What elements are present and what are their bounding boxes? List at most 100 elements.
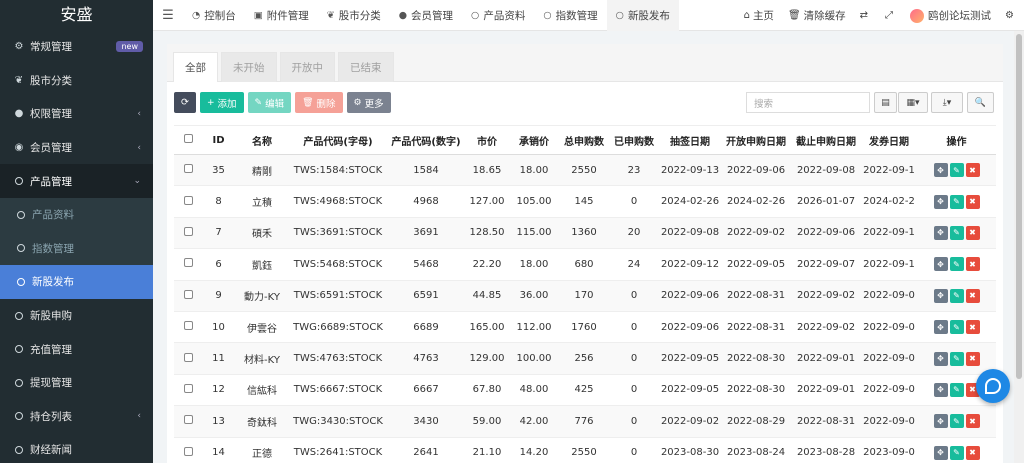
settings-button[interactable]: ⚙ <box>998 10 1024 21</box>
edit-icon[interactable]: ✎ <box>949 320 964 335</box>
drag-icon[interactable]: ✥ <box>933 225 948 240</box>
drag-icon[interactable]: ✥ <box>933 257 948 272</box>
column-header[interactable]: 产品代码(字母) <box>289 125 387 155</box>
drag-icon[interactable]: ✥ <box>933 382 948 397</box>
row-checkbox[interactable] <box>174 437 202 463</box>
sidebar-item-market-category[interactable]: ❦ 股市分类 <box>0 64 153 98</box>
column-header[interactable]: 已申购数 <box>609 125 659 155</box>
drag-icon[interactable]: ✥ <box>933 288 948 303</box>
column-header[interactable]: ID <box>202 125 235 155</box>
tab-dashboard[interactable]: ◔ 控制台 <box>183 0 245 31</box>
table-row[interactable]: 8 立積 TWS:4968:STOCK 4968 127.00 105.00 145 0 202… <box>174 185 996 218</box>
table-row[interactable]: 9 動力-KY TWS:6591:STOCK 6591 44.85 36.00 170 0 20… <box>174 280 996 312</box>
drag-icon[interactable]: ✥ <box>933 414 948 429</box>
row-checkbox[interactable] <box>174 154 202 187</box>
sidebar-item-ipo-release[interactable]: 新股发布 <box>0 265 153 299</box>
columns-button[interactable]: ▦▾ <box>898 92 928 113</box>
delete-icon[interactable]: ✖ <box>965 194 980 209</box>
table-row[interactable]: 12 信紘科 TWS:6667:STOCK 6667 67.80 48.00 425 0 202… <box>174 374 996 407</box>
row-checkbox[interactable] <box>174 405 202 438</box>
home-link[interactable]: ⌂ 主页 <box>737 8 781 23</box>
export-button[interactable]: ⤓▾ <box>931 92 963 113</box>
table-row[interactable]: 6 凱鈺 TWS:5468:STOCK 5468 22.20 18.00 680 24 2022… <box>174 248 996 281</box>
sidebar-item-withdrawal[interactable]: 提现管理 <box>0 366 153 400</box>
edit-button[interactable]: ✎ 编辑 <box>247 92 292 113</box>
scrollbar-thumb[interactable] <box>1016 34 1022 379</box>
sidebar-item-positions[interactable]: 持仓列表 ‹ <box>0 400 153 434</box>
column-header[interactable]: 名称 <box>235 125 289 155</box>
more-button[interactable]: ⚙ 更多 <box>346 92 391 113</box>
drag-icon[interactable]: ✥ <box>933 320 948 335</box>
sidebar-item-general[interactable]: ⚙ 常规管理 new <box>0 30 153 64</box>
hamburger-menu-icon[interactable]: ☰ <box>153 8 183 23</box>
row-checkbox[interactable] <box>174 185 202 218</box>
column-header[interactable]: 开放申购日期 <box>721 125 791 155</box>
row-checkbox[interactable] <box>174 280 202 312</box>
delete-icon[interactable]: ✖ <box>965 225 980 240</box>
edit-icon[interactable]: ✎ <box>949 414 964 429</box>
search-button[interactable]: 🔍 <box>967 92 994 113</box>
tab-ended[interactable]: 已结束 <box>338 52 394 82</box>
edit-icon[interactable]: ✎ <box>949 194 964 209</box>
select-all-checkbox[interactable] <box>174 125 202 155</box>
edit-icon[interactable]: ✎ <box>949 288 964 303</box>
sidebar-item-members[interactable]: ◉ 会员管理 ‹ <box>0 131 153 165</box>
drag-icon[interactable]: ✥ <box>933 163 948 178</box>
sidebar-item-index-management[interactable]: 指数管理 <box>0 232 153 266</box>
sidebar-item-recharge[interactable]: 充值管理 <box>0 332 153 366</box>
tab-product-info[interactable]: ○ 产品资料 <box>462 0 534 31</box>
tab-not-started[interactable]: 未开始 <box>221 52 277 82</box>
table-row[interactable]: 7 碩禾 TWS:3691:STOCK 3691 128.50 115.00 1360 20 2… <box>174 217 996 250</box>
tab-attachments[interactable]: ▣ 附件管理 <box>245 0 318 31</box>
refresh-button[interactable]: ⟳ <box>174 92 196 113</box>
table-row[interactable]: 11 材料-KY TWS:4763:STOCK 4763 129.00 100.00 256… <box>174 342 996 375</box>
edit-icon[interactable]: ✎ <box>949 445 964 460</box>
edit-icon[interactable]: ✎ <box>949 351 964 366</box>
column-header[interactable]: 截止申购日期 <box>791 125 861 155</box>
column-header[interactable]: 总申购数 <box>559 125 609 155</box>
edit-icon[interactable]: ✎ <box>949 163 964 178</box>
tab-open[interactable]: 开放中 <box>279 52 335 82</box>
row-checkbox[interactable] <box>174 248 202 281</box>
sidebar-item-product-info[interactable]: 产品资料 <box>0 198 153 232</box>
column-header[interactable]: 承销价 <box>509 125 559 155</box>
sidebar-item-ipo-subscription[interactable]: 新股申购 <box>0 299 153 333</box>
tab-members[interactable]: ● 会员管理 <box>390 0 462 31</box>
translate-button[interactable]: ⇄ <box>853 10 878 21</box>
column-header[interactable]: 抽签日期 <box>659 125 721 155</box>
chat-button[interactable] <box>976 369 1010 403</box>
row-checkbox[interactable] <box>174 342 202 375</box>
delete-icon[interactable]: ✖ <box>965 414 980 429</box>
table-row[interactable]: 10 伊雲谷 TWG:6689:STOCK 6689 165.00 112.00 1760 0… <box>174 311 996 344</box>
toggle-view-button[interactable]: ▤ <box>874 92 897 113</box>
sidebar-item-permissions[interactable]: ● 权限管理 ‹ <box>0 97 153 131</box>
column-header[interactable]: 产品代码(数字) <box>387 125 465 155</box>
table-row[interactable]: 14 正德 TWS:2641:STOCK 2641 21.10 14.20 2550 0 202… <box>174 437 996 463</box>
add-button[interactable]: + 添加 <box>199 92 244 113</box>
delete-icon[interactable]: ✖ <box>965 257 980 272</box>
clear-cache-button[interactable]: 🗑 清除缓存 <box>781 8 853 23</box>
table-row[interactable]: 35 精剛 TWS:1584:STOCK 1584 18.65 18.00 2550 23 20… <box>174 154 996 187</box>
delete-button[interactable]: 🗑 删除 <box>295 92 343 113</box>
table-row[interactable]: 13 奇鈦科 TWG:3430:STOCK 3430 59.00 42.00 776 0 202… <box>174 405 996 438</box>
drag-icon[interactable]: ✥ <box>933 351 948 366</box>
row-checkbox[interactable] <box>174 374 202 407</box>
delete-icon[interactable]: ✖ <box>965 351 980 366</box>
column-header[interactable]: 发券日期 <box>861 125 917 155</box>
tab-ipo-release[interactable]: ○ 新股发布 <box>606 0 679 31</box>
sidebar-item-finance-news[interactable]: 财经新闻 <box>0 433 153 463</box>
delete-icon[interactable]: ✖ <box>965 320 980 335</box>
tab-market-category[interactable]: ❦ 股市分类 <box>318 0 390 31</box>
edit-icon[interactable]: ✎ <box>949 382 964 397</box>
edit-icon[interactable]: ✎ <box>949 225 964 240</box>
edit-icon[interactable]: ✎ <box>949 257 964 272</box>
tab-all[interactable]: 全部 <box>173 52 218 82</box>
column-header[interactable]: 市价 <box>465 125 509 155</box>
drag-icon[interactable]: ✥ <box>933 194 948 209</box>
tab-index-management[interactable]: ○ 指数管理 <box>534 0 606 31</box>
delete-icon[interactable]: ✖ <box>965 163 980 178</box>
drag-icon[interactable]: ✥ <box>933 445 948 460</box>
row-checkbox[interactable] <box>174 311 202 344</box>
sidebar-item-products[interactable]: 产品管理 ⌄ <box>0 164 153 198</box>
fullscreen-button[interactable]: ⤢ <box>878 10 903 21</box>
